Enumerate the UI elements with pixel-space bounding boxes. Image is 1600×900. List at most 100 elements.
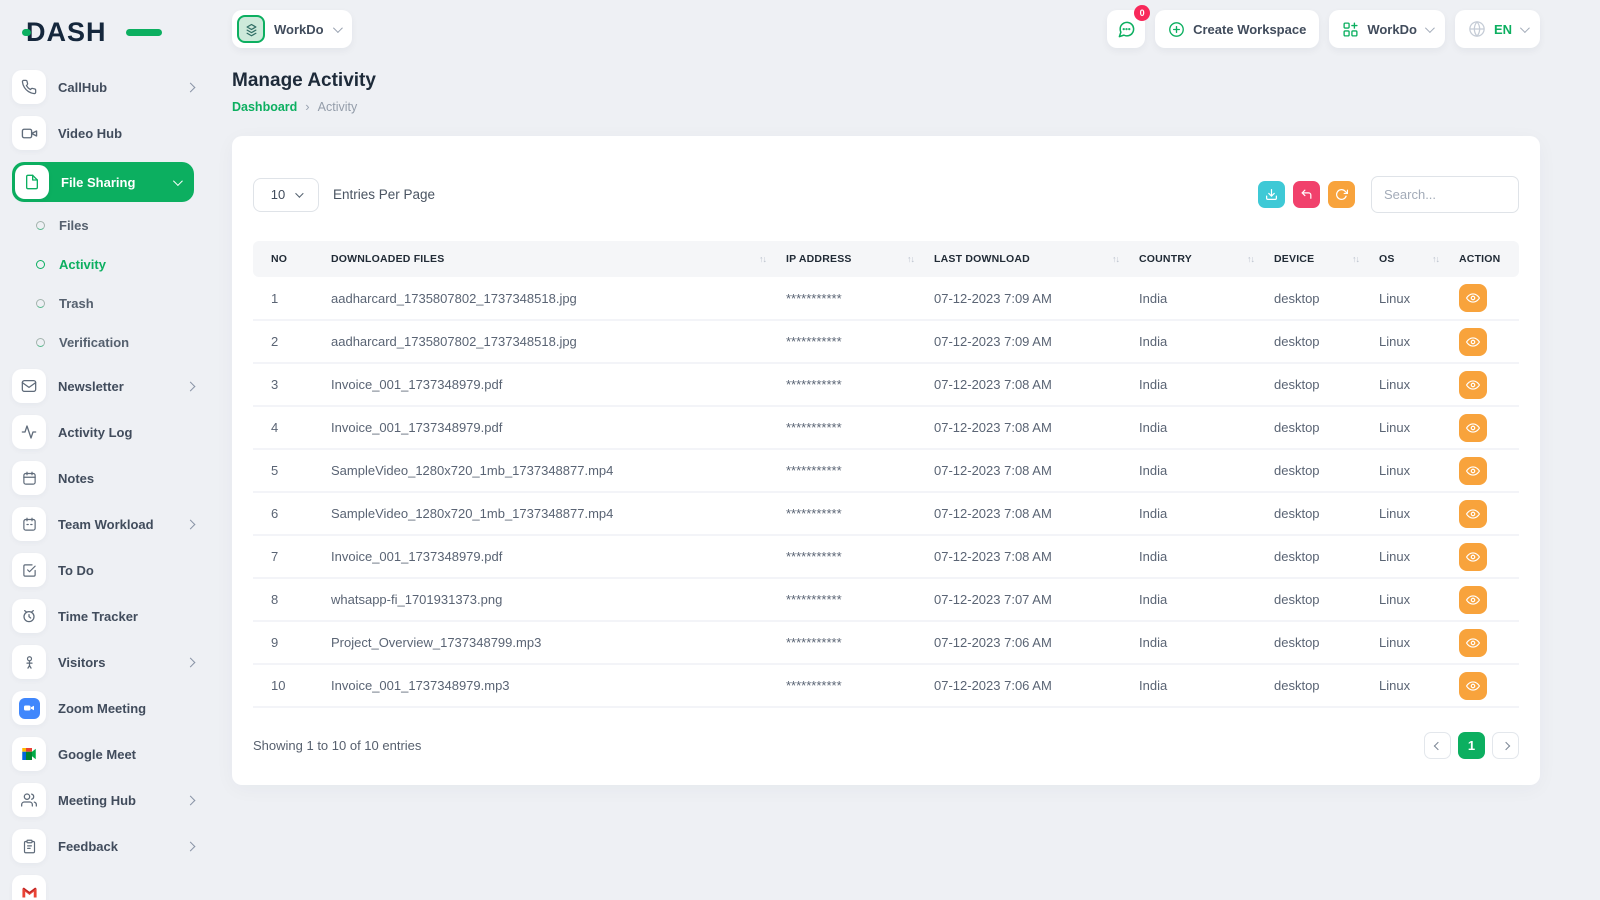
- entries-per-page-label: Entries Per Page: [333, 187, 435, 202]
- view-button[interactable]: [1459, 457, 1487, 485]
- globe-icon: [1468, 20, 1486, 38]
- circle-icon: [36, 299, 45, 308]
- cell-os: Linux: [1369, 578, 1449, 621]
- sidebar-item-label: CallHub: [58, 80, 175, 95]
- person-icon: [12, 645, 46, 679]
- cell-device: desktop: [1264, 406, 1369, 449]
- sidebar-item-files[interactable]: Files: [12, 210, 194, 240]
- cell-no: 6: [253, 492, 321, 535]
- messages-button[interactable]: 0: [1107, 10, 1145, 48]
- next-page-button[interactable]: [1492, 732, 1519, 759]
- breadcrumb: Dashboard › Activity: [232, 99, 1540, 114]
- cell-os: Linux: [1369, 664, 1449, 707]
- cell-ip: ***********: [776, 578, 924, 621]
- workspace-menu-label: WorkDo: [1367, 22, 1417, 37]
- column-header-action: ACTION: [1449, 241, 1519, 277]
- cell-country: India: [1129, 406, 1264, 449]
- view-button[interactable]: [1459, 543, 1487, 571]
- undo-button[interactable]: [1293, 181, 1320, 208]
- breadcrumb-dashboard-link[interactable]: Dashboard: [232, 100, 297, 114]
- cell-country: India: [1129, 621, 1264, 664]
- chevron-right-icon: [186, 519, 196, 529]
- sidebar-item-label: To Do: [58, 563, 194, 578]
- cell-no: 2: [253, 320, 321, 363]
- sort-icon: ↑↓: [1352, 254, 1359, 264]
- cell-country: India: [1129, 535, 1264, 578]
- cell-file: Project_Overview_1737348799.mp3: [321, 621, 776, 664]
- sidebar-item-to-do[interactable]: To Do: [12, 553, 194, 587]
- sidebar-item-feedback[interactable]: Feedback: [12, 829, 194, 863]
- sidebar-item-gmail-partial[interactable]: [12, 875, 194, 900]
- column-header-no[interactable]: NO: [253, 241, 321, 277]
- main-content: WorkDo 0 Create Workspace WorkDo EN: [206, 0, 1600, 900]
- column-header-country[interactable]: COUNTRY↑↓: [1129, 241, 1264, 277]
- cell-ip: ***********: [776, 535, 924, 578]
- check-square-icon: [12, 553, 46, 587]
- pagination: 1: [1424, 732, 1519, 759]
- download-icon: [1265, 188, 1278, 201]
- view-button[interactable]: [1459, 328, 1487, 356]
- cell-no: 10: [253, 664, 321, 707]
- sidebar-item-callhub[interactable]: CallHub: [12, 70, 194, 104]
- cell-device: desktop: [1264, 449, 1369, 492]
- chevron-right-icon: [1501, 741, 1509, 749]
- cell-device: desktop: [1264, 664, 1369, 707]
- cell-ip: ***********: [776, 363, 924, 406]
- cell-last-download: 07-12-2023 7:06 AM: [924, 664, 1129, 707]
- workspace-selector[interactable]: WorkDo: [232, 10, 352, 48]
- language-selector[interactable]: EN: [1455, 10, 1540, 48]
- column-header-last-download[interactable]: LAST DOWNLOAD↑↓: [924, 241, 1129, 277]
- view-button[interactable]: [1459, 500, 1487, 528]
- eye-icon: [1466, 378, 1480, 392]
- mail-icon: [12, 369, 46, 403]
- sidebar-item-verification[interactable]: Verification: [12, 327, 194, 357]
- table-row: 8 whatsapp-fi_1701931373.png ***********…: [253, 578, 1519, 621]
- column-header-device[interactable]: DEVICE↑↓: [1264, 241, 1369, 277]
- sidebar-item-google-meet[interactable]: Google Meet: [12, 737, 194, 771]
- view-button[interactable]: [1459, 414, 1487, 442]
- breadcrumb-current: Activity: [318, 100, 358, 114]
- sidebar-item-meeting-hub[interactable]: Meeting Hub: [12, 783, 194, 817]
- previous-page-button[interactable]: [1424, 732, 1451, 759]
- eye-icon: [1466, 291, 1480, 305]
- sidebar-item-time-tracker[interactable]: Time Tracker: [12, 599, 194, 633]
- chevron-down-icon: [295, 189, 303, 197]
- cell-file: Invoice_001_1737348979.pdf: [321, 535, 776, 578]
- view-button[interactable]: [1459, 672, 1487, 700]
- sidebar-item-activity-log[interactable]: Activity Log: [12, 415, 194, 449]
- sidebar-item-notes[interactable]: Notes: [12, 461, 194, 495]
- page-1-button[interactable]: 1: [1458, 732, 1485, 759]
- cell-ip: ***********: [776, 277, 924, 320]
- sidebar-item-activity[interactable]: Activity: [12, 249, 194, 279]
- refresh-button[interactable]: [1328, 181, 1355, 208]
- workspace-menu-button[interactable]: WorkDo: [1329, 10, 1445, 48]
- column-header-downloaded-files[interactable]: DOWNLOADED FILES↑↓: [321, 241, 776, 277]
- sidebar-item-file-sharing[interactable]: File Sharing: [12, 162, 194, 202]
- cell-no: 8: [253, 578, 321, 621]
- create-workspace-button[interactable]: Create Workspace: [1155, 10, 1319, 48]
- view-button[interactable]: [1459, 586, 1487, 614]
- cell-no: 1: [253, 277, 321, 320]
- table-row: 10 Invoice_001_1737348979.mp3 **********…: [253, 664, 1519, 707]
- sidebar-item-zoom-meeting[interactable]: Zoom Meeting: [12, 691, 194, 725]
- sidebar-item-label: File Sharing: [61, 175, 161, 190]
- sidebar-item-visitors[interactable]: Visitors: [12, 645, 194, 679]
- search-input[interactable]: [1371, 176, 1519, 213]
- sort-icon: ↑↓: [1247, 254, 1254, 264]
- sidebar-item-label: Feedback: [58, 839, 175, 854]
- column-header-ip-address[interactable]: IP ADDRESS↑↓: [776, 241, 924, 277]
- column-header-os[interactable]: OS↑↓: [1369, 241, 1449, 277]
- entries-per-page-select[interactable]: 10: [253, 178, 319, 212]
- sidebar-item-newsletter[interactable]: Newsletter: [12, 369, 194, 403]
- view-button[interactable]: [1459, 371, 1487, 399]
- export-download-button[interactable]: [1258, 181, 1285, 208]
- sidebar-item-video-hub[interactable]: Video Hub: [12, 116, 194, 150]
- table-row: 1 aadharcard_1735807802_1737348518.jpg *…: [253, 277, 1519, 320]
- sidebar-item-trash[interactable]: Trash: [12, 288, 194, 318]
- view-button[interactable]: [1459, 284, 1487, 312]
- sidebar-item-team-workload[interactable]: Team Workload: [12, 507, 194, 541]
- sidebar-item-label: Verification: [59, 335, 129, 350]
- eye-icon: [1466, 421, 1480, 435]
- view-button[interactable]: [1459, 629, 1487, 657]
- cell-ip: ***********: [776, 449, 924, 492]
